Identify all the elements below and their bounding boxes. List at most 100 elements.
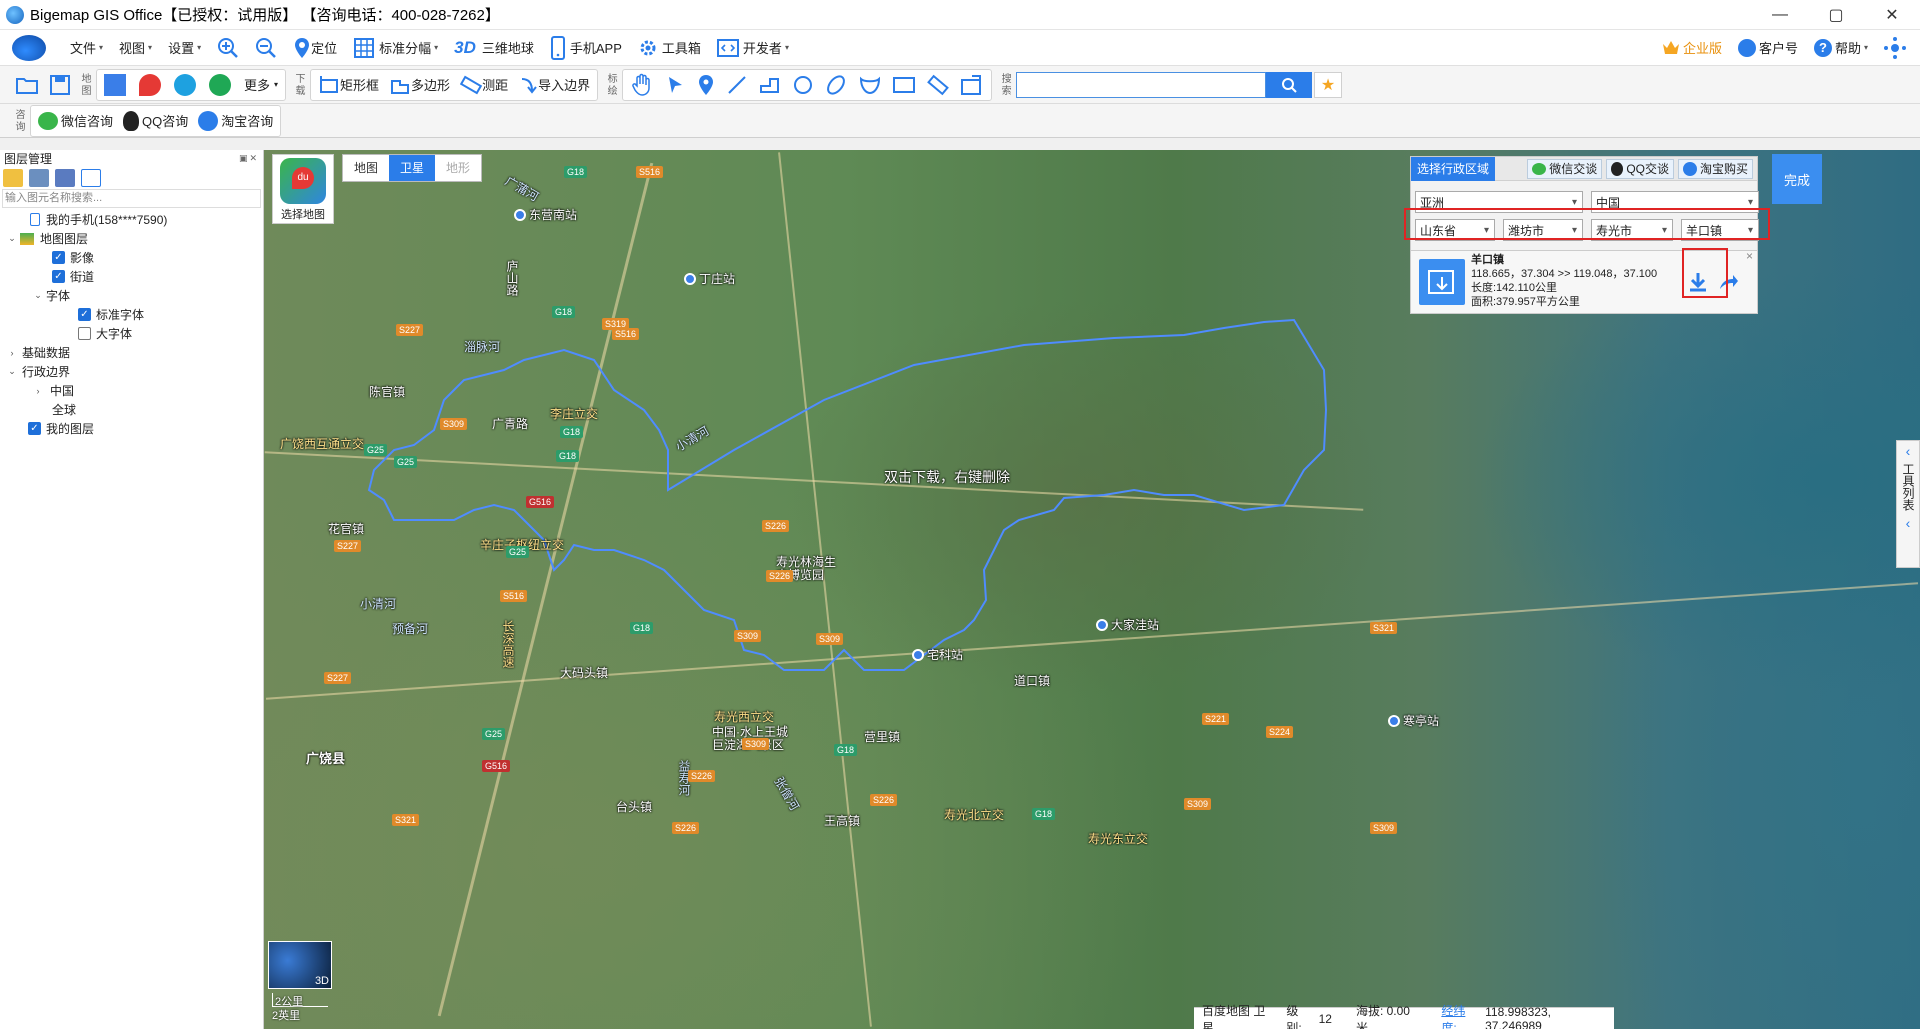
enterprise-button[interactable]: 企业版 bbox=[1653, 30, 1730, 65]
checkbox-checked[interactable]: ✓ bbox=[52, 270, 65, 283]
search-button[interactable] bbox=[1266, 71, 1313, 98]
line-icon bbox=[728, 75, 746, 94]
tree-item-large-font[interactable]: 大字体 bbox=[0, 324, 263, 343]
polyline-tool[interactable] bbox=[753, 70, 787, 100]
tree-item-fonts[interactable]: ⌄ 字体 bbox=[0, 286, 263, 305]
wechat-chat-button[interactable]: 微信交谈 bbox=[1527, 158, 1603, 179]
checkbox-checked[interactable]: ✓ bbox=[28, 422, 41, 435]
export-tool[interactable] bbox=[955, 70, 989, 100]
tree-item-my-layers[interactable]: ✓ 我的图层 bbox=[0, 419, 263, 438]
tree-item-map-layers[interactable]: ⌄ 地图图层 bbox=[0, 229, 263, 248]
tool-list-tab[interactable]: ‹ 工具列表 ‹ bbox=[1896, 440, 1920, 568]
minimap-3d-button[interactable]: 3D bbox=[268, 941, 332, 989]
chevron-left-icon[interactable]: ‹ bbox=[1897, 515, 1919, 531]
more-maps-button[interactable]: 更多 ▾ bbox=[239, 70, 283, 100]
panel-controls[interactable]: ▣✕ bbox=[239, 153, 259, 164]
station-label[interactable]: 丁庄站 bbox=[684, 270, 735, 287]
close-button[interactable]: ✕ bbox=[1864, 0, 1920, 29]
station-label[interactable]: 大家洼站 bbox=[1096, 616, 1159, 633]
locate-button[interactable]: 定位 bbox=[285, 30, 345, 65]
menu-view[interactable]: 视图 ▾ bbox=[111, 30, 160, 65]
tree-item-admin-boundary[interactable]: ⌄ 行政边界 bbox=[0, 362, 263, 381]
rect-select-button[interactable]: 矩形框 bbox=[313, 70, 384, 100]
gaode-map-button[interactable] bbox=[169, 70, 204, 100]
map-source-button[interactable] bbox=[99, 70, 134, 100]
chevron-left-icon[interactable]: ‹ bbox=[1897, 443, 1919, 459]
minimize-button[interactable]: — bbox=[1752, 0, 1808, 29]
network-button[interactable] bbox=[1876, 30, 1914, 65]
station-label[interactable]: 寒亭站 bbox=[1388, 712, 1439, 729]
chevron-right-icon[interactable]: › bbox=[6, 348, 18, 358]
globe-button[interactable]: 3D 三维地球 bbox=[446, 30, 542, 65]
tree-item-global[interactable]: 全球 bbox=[0, 400, 263, 419]
map-canvas[interactable]: 选择地图 地图 卫星 地形 东营南站 丁庄站 广蒲河 庐山路 淄脉河 陈官镇 广… bbox=[264, 150, 1920, 1029]
favorite-button[interactable]: ★ bbox=[1314, 71, 1343, 98]
taobao-buy-button[interactable]: 淘宝购买 bbox=[1677, 158, 1753, 179]
rectangle-tool[interactable] bbox=[887, 70, 921, 100]
chevron-down-icon[interactable]: ⌄ bbox=[32, 290, 44, 301]
status-lnglat-link[interactable]: 经纬度: bbox=[1441, 1002, 1479, 1029]
taobao-consult-button[interactable]: 淘宝咨询 bbox=[193, 106, 278, 136]
checkbox-checked[interactable]: ✓ bbox=[52, 251, 65, 264]
tree-item-imagery[interactable]: ✓ 影像 bbox=[0, 248, 263, 267]
marker-tool[interactable] bbox=[691, 70, 721, 100]
measure-button[interactable]: 测距 bbox=[455, 70, 513, 100]
map-group-label: 地图 bbox=[79, 72, 90, 97]
wechat-consult-button[interactable]: 微信咨询 bbox=[33, 106, 118, 136]
open-button[interactable] bbox=[10, 70, 44, 100]
settings-icon[interactable] bbox=[55, 169, 75, 187]
tab-satellite[interactable]: 卫星 bbox=[389, 155, 435, 181]
customer-button[interactable]: 客户号 bbox=[1730, 30, 1806, 65]
tree-item-china[interactable]: › 中国 bbox=[0, 381, 263, 400]
zoom-in-button[interactable] bbox=[209, 30, 247, 65]
qq-consult-button[interactable]: QQ咨询 bbox=[118, 106, 193, 136]
open-folder-icon[interactable] bbox=[3, 169, 23, 187]
select-tool[interactable] bbox=[659, 70, 691, 100]
menu-file[interactable]: 文件 ▾ bbox=[62, 30, 111, 65]
save-layer-icon[interactable] bbox=[29, 169, 49, 187]
finish-button[interactable]: 完成 bbox=[1772, 154, 1822, 204]
tab-map[interactable]: 地图 bbox=[343, 155, 389, 181]
tab-terrain[interactable]: 地形 bbox=[435, 155, 481, 181]
tiles-button[interactable]: 标准分幅 ▾ bbox=[345, 30, 446, 65]
close-result-button[interactable]: × bbox=[1746, 249, 1753, 263]
google-map-button[interactable] bbox=[204, 70, 239, 100]
chevron-down-icon[interactable]: ⌄ bbox=[6, 366, 18, 377]
developer-button[interactable]: 开发者 ▾ bbox=[709, 30, 797, 65]
help-button[interactable]: ? 帮助 ▾ bbox=[1806, 30, 1876, 65]
mobile-app-button[interactable]: 手机APP bbox=[542, 30, 630, 65]
layer-filter-input[interactable]: 输入图元名称搜索... bbox=[2, 189, 261, 208]
baidu-map-button[interactable] bbox=[134, 70, 169, 100]
zoom-out-button[interactable] bbox=[247, 30, 285, 65]
tree-item-my-phone[interactable]: 我的手机(158****7590) bbox=[0, 210, 263, 229]
maximize-button[interactable]: ▢ bbox=[1808, 0, 1864, 29]
chevron-right-icon[interactable]: › bbox=[32, 386, 44, 396]
circle-tool[interactable] bbox=[787, 70, 819, 100]
pan-tool[interactable] bbox=[625, 70, 659, 100]
checkbox-checked[interactable]: ✓ bbox=[78, 308, 91, 321]
search-input[interactable] bbox=[1016, 71, 1267, 98]
save-button[interactable] bbox=[44, 70, 76, 100]
chevron-down-icon[interactable]: ⌄ bbox=[6, 233, 18, 244]
polygon-select-button[interactable]: 多边形 bbox=[384, 70, 455, 100]
arc-tool[interactable] bbox=[853, 70, 887, 100]
menu-settings[interactable]: 设置 ▾ bbox=[160, 30, 209, 65]
tree-item-standard-font[interactable]: ✓ 标准字体 bbox=[0, 305, 263, 324]
station-label[interactable]: 宅科站 bbox=[912, 646, 963, 663]
ruler-tool[interactable] bbox=[921, 70, 955, 100]
import-boundary-button[interactable]: 导入边界 bbox=[513, 70, 595, 100]
ellipse-tool[interactable] bbox=[819, 70, 853, 100]
tree-item-streets[interactable]: ✓ 街道 bbox=[0, 267, 263, 286]
station-label[interactable]: 东营南站 bbox=[514, 206, 577, 223]
map-picker-button[interactable]: 选择地图 bbox=[272, 154, 334, 224]
road-shield: S224 bbox=[1266, 726, 1294, 738]
tree-item-base-data[interactable]: › 基础数据 bbox=[0, 343, 263, 362]
toolbox-button[interactable]: 工具箱 bbox=[630, 30, 709, 65]
qq-chat-button[interactable]: QQ交谈 bbox=[1606, 158, 1674, 179]
search-layer-icon[interactable] bbox=[81, 169, 101, 187]
checkbox-unchecked[interactable] bbox=[78, 327, 91, 340]
baidu-icon bbox=[139, 73, 161, 96]
line-tool[interactable] bbox=[721, 70, 753, 100]
road-shield: S516 bbox=[500, 590, 528, 602]
town-label: 大码头镇 bbox=[560, 666, 609, 680]
